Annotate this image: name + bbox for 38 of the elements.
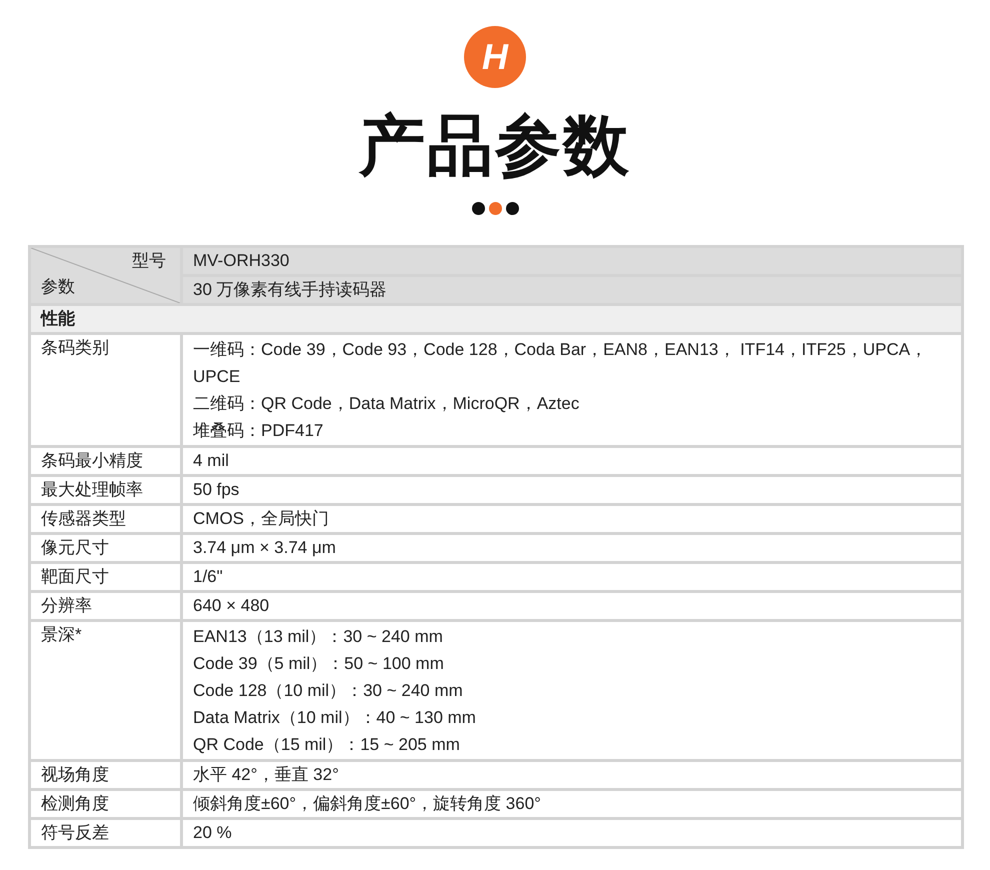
page-title: 产品参数	[359, 112, 631, 178]
corner-label: 型号	[131, 250, 167, 272]
table-cell: 50 fps	[182, 476, 962, 504]
table-cell: 30 万像素有线手持读码器	[182, 276, 962, 304]
table-cell: 20 %	[182, 818, 962, 848]
table-cell: 3.74 μm × 3.74 μm	[182, 534, 962, 562]
table-cell: 分辨率	[30, 592, 182, 620]
table-cell: MV-ORH330	[182, 246, 962, 276]
table-cell: 倾斜角度±60°，偏斜角度±60°，旋转角度 360°	[182, 790, 962, 818]
dot	[472, 202, 484, 215]
logo: H	[464, 26, 526, 88]
table-cell: 视场角度	[30, 760, 182, 790]
table-cell: CMOS，全局快门	[182, 504, 962, 534]
table-cell: 靶面尺寸	[30, 562, 182, 592]
table-cell: 条码最小精度	[30, 446, 182, 476]
table-cell: 符号反差	[30, 818, 182, 848]
dot	[506, 202, 518, 215]
cell-line: 二维码：QR Code，Data Matrix，MicroQR，Aztec	[193, 393, 580, 415]
table-cell: 水平 42°，垂直 32°	[182, 760, 962, 790]
cell-line: 一维码：Code 39，Code 93，Code 128，Coda Bar，EAN8，EAN13， ITF14，ITF25，UPCA，UPCE	[193, 339, 928, 388]
cell-line: EAN13（13 mil）：30 ~ 240 mm	[193, 626, 444, 648]
table-cell: 检测角度	[30, 790, 182, 818]
table-cell: 条码类别	[30, 334, 182, 446]
cell-line: Code 128（10 mil）：30 ~ 240 mm	[193, 680, 464, 702]
cell-line: Data Matrix（10 mil）：40 ~ 130 mm	[193, 707, 477, 729]
table-cell: 1/6"	[182, 562, 962, 592]
corner-label: 参数	[40, 276, 76, 298]
dot	[488, 202, 502, 215]
table-cell: 640 × 480	[182, 592, 962, 620]
cell-line: 堆叠码：PDF417	[193, 420, 324, 442]
table-cell: 像元尺寸	[30, 534, 182, 562]
table-cell: 景深*	[30, 620, 182, 760]
table-cell: 最大处理帧率	[30, 476, 182, 504]
section-heading: 性能	[30, 304, 962, 334]
cell-line: Code 39（5 mil）：50 ~ 100 mm	[193, 653, 445, 675]
cell-line: QR Code（15 mil）：15 ~ 205 mm	[193, 734, 461, 756]
table-cell: 4 mil	[182, 446, 962, 476]
table-cell: 传感器类型	[30, 504, 182, 534]
